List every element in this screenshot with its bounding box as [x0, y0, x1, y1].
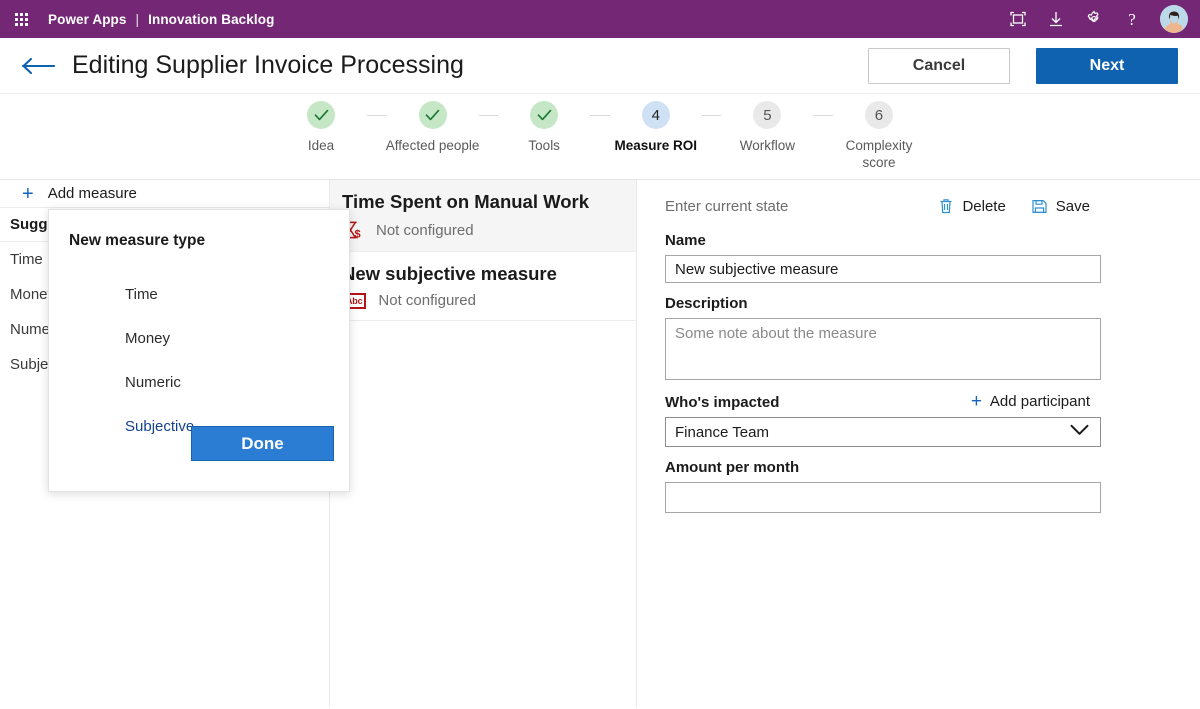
add-participant-label: Add participant — [989, 393, 1090, 410]
step-1-circle — [307, 101, 335, 129]
impacted-selected-value: Finance Team — [675, 423, 769, 441]
measure-status: Not configured — [376, 221, 474, 239]
step-5-label: Workflow — [739, 138, 795, 153]
save-disk-icon — [1032, 199, 1047, 214]
command-bar-actions: Cancel Next — [868, 47, 1178, 84]
step-connector — [478, 115, 499, 116]
measure-meta: $ Not configured — [342, 220, 624, 241]
waffle-grid-icon[interactable] — [8, 6, 34, 32]
measure-name: Time Spent on Manual Work — [342, 191, 590, 212]
step-3-circle — [530, 101, 559, 129]
name-input[interactable] — [665, 255, 1101, 283]
gear-icon[interactable] — [1084, 9, 1104, 29]
measure-types-pane: + Add measure Suggested Time Money Numer… — [0, 180, 350, 707]
command-bar: Editing Supplier Invoice Processing Canc… — [0, 38, 1200, 94]
measures-list-pane: Time Spent on Manual Work $ Not configur… — [330, 180, 637, 707]
dialog-option-numeric[interactable]: Numeric — [69, 360, 333, 404]
help-icon[interactable]: ? — [1122, 9, 1142, 29]
step-connector — [701, 115, 722, 116]
measure-name: New subjective measure — [342, 263, 557, 284]
step-1-label: Idea — [307, 138, 335, 153]
amount-input[interactable] — [665, 482, 1101, 513]
measure-detail-pane: Enter current state Delete Save Name New… — [637, 180, 1200, 707]
delete-button[interactable]: Delete — [939, 197, 1006, 215]
step-measure-roi[interactable]: 4 Measure ROI — [610, 101, 702, 154]
dialog-title: New measure type — [69, 232, 206, 249]
trash-icon — [939, 198, 953, 214]
step-6-label: Complexity score — [845, 138, 913, 170]
impacted-select[interactable]: Finance Team — [665, 417, 1101, 447]
measure-meta: Abc Not configured — [342, 292, 624, 309]
back-arrow-icon[interactable] — [20, 51, 56, 81]
impacted-select-wrap: Finance Team — [665, 417, 1101, 447]
new-measure-type-dialog: New measure type Time Money Numeric Subj… — [48, 209, 350, 492]
svg-text:$: $ — [355, 229, 361, 241]
cancel-button[interactable]: Cancel — [868, 47, 1010, 84]
suite-header-bar: Power Apps | Innovation Backlog ? — [0, 0, 1200, 38]
step-connector — [813, 115, 833, 116]
step-affected-people[interactable]: Affected people — [386, 101, 479, 154]
description-field-label: Description — [665, 295, 748, 312]
step-connector — [590, 115, 610, 116]
step-2-label: Affected people — [385, 138, 480, 153]
main-content: + Add measure Suggested Time Money Numer… — [0, 180, 1200, 707]
app-name-label[interactable]: Innovation Backlog — [148, 12, 274, 27]
impacted-field-label: Who's impacted — [665, 394, 780, 411]
done-button[interactable]: Done — [191, 426, 334, 461]
impacted-field-row: Who's impacted + Add participant — [665, 392, 1090, 411]
description-input[interactable] — [665, 318, 1101, 380]
step-workflow[interactable]: 5 Workflow — [721, 101, 813, 154]
next-button[interactable]: Next — [1036, 47, 1178, 84]
step-tools[interactable]: Tools — [498, 101, 590, 154]
plus-icon: + — [22, 182, 34, 205]
measure-card[interactable]: Time Spent on Manual Work $ Not configur… — [330, 180, 636, 252]
detail-header: Enter current state Delete Save — [651, 180, 1200, 220]
delete-label: Delete — [962, 197, 1006, 215]
step-idea[interactable]: Idea — [275, 101, 367, 154]
dialog-option-money[interactable]: Money — [69, 316, 333, 360]
save-button[interactable]: Save — [1032, 198, 1090, 215]
step-4-circle: 4 — [641, 101, 670, 129]
brand-separator: | — [135, 11, 140, 27]
suite-brand-label[interactable]: Power Apps — [48, 12, 127, 27]
step-2-circle — [418, 101, 447, 129]
suite-brand: Power Apps | Innovation Backlog — [48, 12, 274, 27]
measure-status: Not configured — [378, 292, 476, 309]
wizard-stepper: Idea Affected people Tools 4 Measure ROI… — [0, 94, 1200, 180]
detail-actions: Delete Save — [939, 198, 1090, 215]
amount-field-label: Amount per month — [665, 459, 800, 476]
step-5-circle: 5 — [753, 101, 782, 129]
step-3-label: Tools — [528, 138, 560, 153]
dialog-option-time[interactable]: Time — [69, 272, 333, 316]
add-measure-button[interactable]: + Add measure — [0, 180, 329, 208]
user-avatar[interactable] — [1160, 5, 1188, 33]
suite-header-actions: ? — [1008, 5, 1188, 33]
step-connector — [367, 115, 387, 116]
step-complexity-score[interactable]: 6 Complexity score — [833, 101, 925, 171]
add-participant-button[interactable]: + Add participant — [971, 392, 1090, 411]
step-6-circle: 6 — [864, 101, 893, 129]
add-measure-label: Add measure — [47, 185, 137, 202]
step-4-label: Measure ROI — [614, 138, 698, 153]
measure-card[interactable]: New subjective measure Abc Not configure… — [330, 252, 636, 321]
detail-state-text: Enter current state — [665, 197, 789, 215]
page-title: Editing Supplier Invoice Processing — [72, 51, 464, 79]
plus-icon: + — [970, 391, 982, 412]
name-field-label: Name — [665, 232, 706, 249]
save-label: Save — [1055, 197, 1090, 215]
download-icon[interactable] — [1046, 9, 1066, 29]
fullscreen-icon[interactable] — [1008, 9, 1028, 29]
